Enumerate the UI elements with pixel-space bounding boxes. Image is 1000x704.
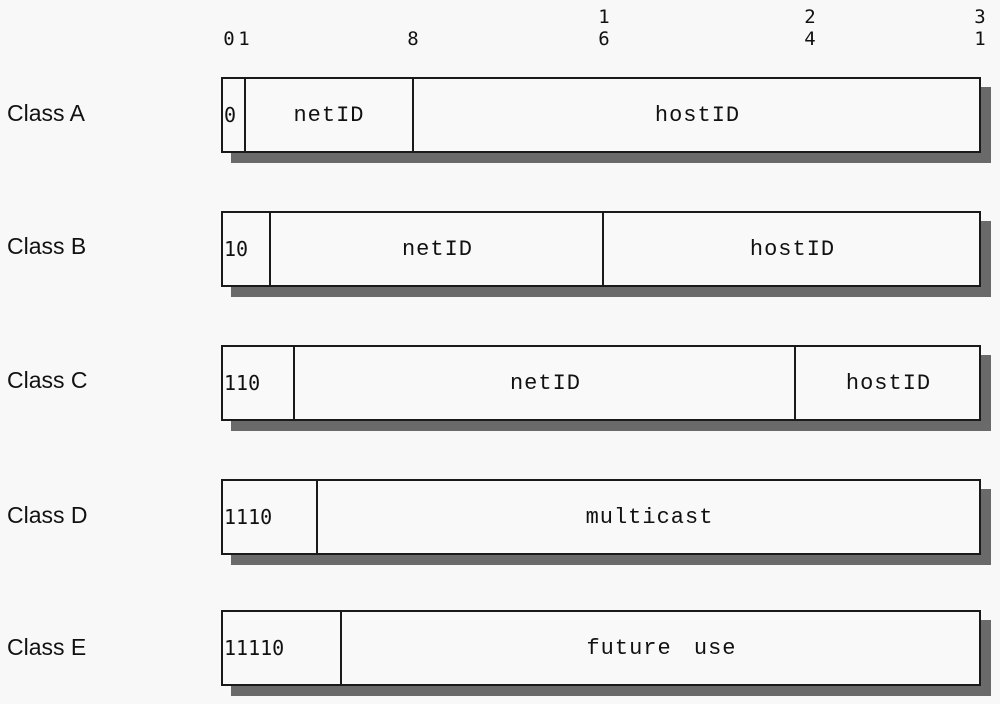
class-a-row: 0 netID hostID — [221, 77, 991, 163]
class-d-prefix: 1110 — [224, 505, 273, 529]
class-e-row: 11110 future use — [221, 610, 991, 696]
class-a-prefix: 0 — [224, 103, 237, 127]
class-b-box: 10 netID hostID — [221, 211, 981, 287]
class-c-hostid: hostID — [794, 347, 981, 419]
class-a-label: Class A — [7, 100, 85, 126]
bit-tick-16: 16 — [598, 6, 610, 50]
class-b-netid: netID — [269, 213, 604, 285]
bit-tick-31: 31 — [974, 6, 986, 50]
class-e-prefix: 11110 — [224, 636, 285, 660]
class-b-label: Class B — [7, 233, 87, 259]
class-b-prefix: 10 — [224, 237, 249, 261]
class-c-netid: netID — [293, 347, 796, 419]
class-d-label: Class D — [7, 502, 88, 528]
class-b-row: 10 netID hostID — [221, 211, 991, 297]
class-b-hostid: hostID — [602, 213, 981, 285]
bit-tick-1: 1 — [238, 28, 250, 50]
bit-tick-24: 24 — [804, 6, 816, 50]
class-c-box: 110 netID hostID — [221, 345, 981, 421]
class-e-future-use: future use — [340, 612, 981, 684]
class-c-row: 110 netID hostID — [221, 345, 991, 431]
class-a-box: 0 netID hostID — [221, 77, 981, 153]
class-e-label: Class E — [7, 634, 87, 660]
class-e-box: 11110 future use — [221, 610, 981, 686]
class-d-box: 1110 multicast — [221, 479, 981, 555]
class-a-hostid: hostID — [412, 79, 981, 151]
class-c-label: Class C — [7, 367, 88, 393]
class-d-row: 1110 multicast — [221, 479, 991, 565]
bit-tick-8: 8 — [407, 28, 419, 50]
class-c-prefix: 110 — [224, 371, 261, 395]
class-a-netid: netID — [244, 79, 412, 151]
class-d-multicast: multicast — [316, 481, 981, 553]
